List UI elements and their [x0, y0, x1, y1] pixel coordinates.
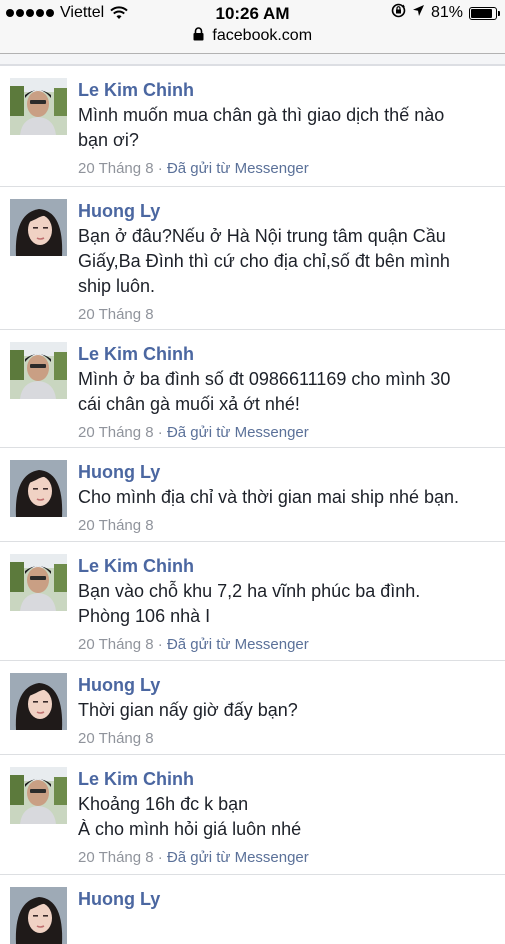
- meta-separator: ·: [153, 636, 167, 653]
- message-item: Le Kim Chinh Mình muốn mua chân gà thì g…: [0, 66, 505, 187]
- status-bar: Viettel 10:26 AM 81%: [0, 0, 505, 27]
- meta-separator: ·: [153, 160, 167, 177]
- message-date[interactable]: 20 Tháng 8: [78, 306, 154, 323]
- sent-from-messenger: Đã gửi từ Messenger: [166, 424, 309, 441]
- sender-name-link[interactable]: Le Kim Chinh: [78, 554, 491, 578]
- message-date[interactable]: 20 Tháng 8: [78, 849, 154, 866]
- message-meta: 20 Tháng 8 · Đã gửi từ Messenger: [78, 848, 491, 868]
- battery-fill: [471, 8, 493, 18]
- avatar[interactable]: [10, 554, 67, 611]
- message-date[interactable]: 20 Tháng 8: [78, 160, 154, 177]
- sent-from-messenger: Đã gửi từ Messenger: [166, 160, 309, 177]
- battery-icon: [469, 6, 500, 20]
- message-text: Bạn vào chỗ khu 7,2 ha vĩnh phúc ba đình…: [78, 581, 421, 626]
- message-text: Thời gian nấy giờ đấy bạn?: [78, 700, 298, 720]
- url-domain: facebook.com: [212, 27, 313, 44]
- message-date[interactable]: 20 Tháng 8: [78, 517, 154, 534]
- rotation-lock-icon: [391, 3, 406, 23]
- message-date[interactable]: 20 Tháng 8: [78, 424, 154, 441]
- message-meta: 20 Tháng 8: [78, 729, 491, 749]
- avatar[interactable]: [10, 767, 67, 824]
- avatar[interactable]: [10, 342, 67, 399]
- thread-top-divider: [0, 54, 505, 66]
- avatar[interactable]: [10, 673, 67, 730]
- sender-name-link[interactable]: Huong Ly: [78, 673, 491, 697]
- message-item: Le Kim Chinh Khoảng 16h đc k bạn À cho m…: [0, 755, 505, 875]
- message-meta: 20 Tháng 8 · Đã gửi từ Messenger: [78, 423, 491, 443]
- sent-from-messenger: Đã gửi từ Messenger: [166, 849, 309, 866]
- sender-name-link[interactable]: Huong Ly: [78, 460, 491, 484]
- sent-from-messenger: Đã gửi từ Messenger: [166, 636, 309, 653]
- location-arrow-icon: [412, 4, 425, 22]
- avatar[interactable]: [10, 887, 67, 944]
- message-text: Mình ở ba đình số đt 0986611169 cho mình…: [78, 369, 451, 414]
- message-text: Mình muốn mua chân gà thì giao dịch thế …: [78, 105, 445, 150]
- message-text: Khoảng 16h đc k bạn À cho mình hỏi giá l…: [78, 794, 302, 839]
- sender-name-link[interactable]: Le Kim Chinh: [78, 78, 491, 102]
- message-item: Huong Ly Thời gian nấy giờ đấy bạn? 20 T…: [0, 661, 505, 755]
- comment-thread: Le Kim Chinh Mình muốn mua chân gà thì g…: [0, 66, 505, 944]
- message-meta: 20 Tháng 8 · Đã gửi từ Messenger: [78, 159, 491, 179]
- message-text: Cho mình địa chỉ và thời gian mai ship n…: [78, 487, 460, 507]
- message-item: Huong Ly Cho mình địa chỉ và thời gian m…: [0, 448, 505, 542]
- message-meta: 20 Tháng 8: [78, 305, 491, 325]
- sender-name-link[interactable]: Le Kim Chinh: [78, 767, 491, 791]
- message-meta: 20 Tháng 8 · Đã gửi từ Messenger: [78, 635, 491, 655]
- message-date[interactable]: 20 Tháng 8: [78, 730, 154, 747]
- message-item: Huong Ly: [0, 875, 505, 944]
- sender-name-link[interactable]: Huong Ly: [78, 199, 491, 223]
- message-date[interactable]: 20 Tháng 8: [78, 636, 154, 653]
- message-meta: 20 Tháng 8: [78, 516, 491, 536]
- sender-name-link[interactable]: Huong Ly: [78, 887, 491, 911]
- message-text: Bạn ở đâu?Nếu ở Hà Nội trung tâm quận Cầ…: [78, 226, 450, 296]
- url-bar[interactable]: facebook.com: [0, 27, 505, 53]
- meta-separator: ·: [153, 849, 167, 866]
- avatar[interactable]: [10, 78, 67, 135]
- avatar[interactable]: [10, 199, 67, 256]
- sender-name-link[interactable]: Le Kim Chinh: [78, 342, 491, 366]
- meta-separator: ·: [153, 424, 167, 441]
- message-item: Le Kim Chinh Mình ở ba đình số đt 098661…: [0, 330, 505, 448]
- message-item: Huong Ly Bạn ở đâu?Nếu ở Hà Nội trung tâ…: [0, 187, 505, 330]
- message-item: Le Kim Chinh Bạn vào chỗ khu 7,2 ha vĩnh…: [0, 542, 505, 661]
- avatar[interactable]: [10, 460, 67, 517]
- lock-icon: [193, 27, 204, 46]
- battery-percent: 81%: [430, 4, 463, 21]
- status-bar-right: 81%: [391, 3, 500, 23]
